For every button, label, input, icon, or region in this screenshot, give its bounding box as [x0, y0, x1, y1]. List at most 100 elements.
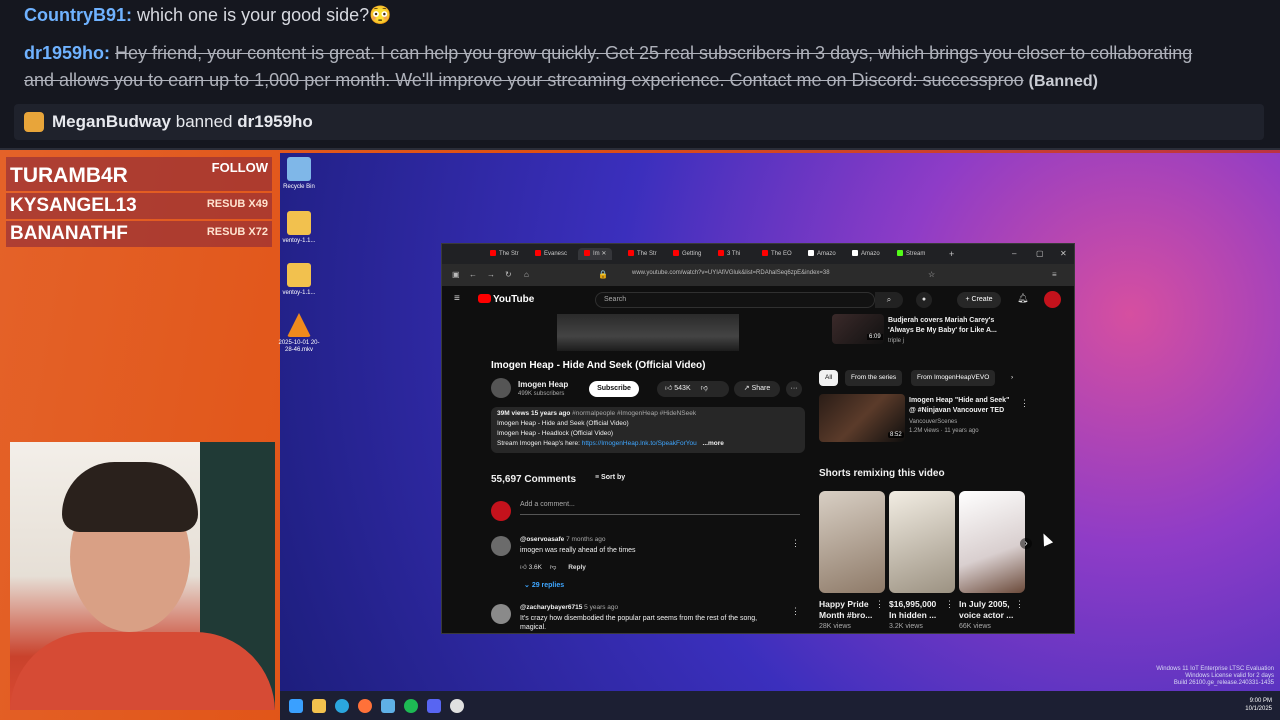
- add-comment-input[interactable]: Add a comment...: [520, 501, 800, 515]
- commenter-avatar[interactable]: [491, 604, 511, 624]
- banned-user: dr1959ho: [237, 112, 313, 131]
- watermark-line: Windows 11 IoT Enterprise LTSC Evaluatio…: [1156, 666, 1274, 672]
- browser-tab[interactable]: Amazo: [852, 248, 880, 260]
- spotify-icon[interactable]: [404, 698, 418, 713]
- browser-tab[interactable]: The Str: [490, 248, 519, 260]
- short-menu-icon[interactable]: ⋮: [875, 599, 884, 610]
- short-thumbnail[interactable]: [959, 491, 1025, 593]
- comment-user[interactable]: @zacharybayer6715: [520, 604, 582, 611]
- browser-tab[interactable]: Getting: [673, 248, 701, 260]
- comment: @zacharybayer6715 5 years ago It's crazy…: [491, 604, 811, 633]
- more-link[interactable]: ...more: [703, 440, 724, 447]
- file-explorer-icon[interactable]: [312, 698, 326, 713]
- firefox-icon[interactable]: [358, 698, 372, 713]
- video-player[interactable]: [557, 314, 739, 351]
- reply-button[interactable]: Reply: [568, 564, 586, 571]
- share-button[interactable]: ↗ Share: [734, 381, 780, 397]
- short-title[interactable]: In hidden ...: [889, 610, 936, 621]
- sort-label: Sort by: [601, 474, 626, 481]
- clock-date: 10/1/2025: [1245, 706, 1272, 712]
- hamburger-icon[interactable]: ≡: [454, 293, 460, 304]
- obs-icon[interactable]: [450, 698, 464, 713]
- video-title-line[interactable]: 'Always Be My Baby' for Like A...: [888, 326, 997, 335]
- mod-action-bar: MeganBudway banned dr1959ho: [14, 104, 1264, 140]
- new-tab-icon[interactable]: +: [949, 248, 954, 260]
- browser-tab[interactable]: Stream: [897, 248, 925, 260]
- channel-name[interactable]: Imogen Heap: [518, 380, 568, 389]
- browser-tab-active[interactable]: Im ✕: [578, 248, 613, 260]
- minimize-icon[interactable]: –: [1012, 248, 1016, 260]
- bell-icon[interactable]: 🔔︎: [1017, 293, 1028, 304]
- search-input[interactable]: Search: [595, 292, 875, 308]
- url-field[interactable]: www.youtube.com/watch?v=UYIAfiVGluk&list…: [632, 270, 830, 276]
- app-icon[interactable]: [381, 698, 395, 713]
- chevron-right-icon[interactable]: ›: [1020, 538, 1032, 549]
- browser-tab[interactable]: 3 Thi: [718, 248, 740, 260]
- desktop-icon-folder[interactable]: ventoy-1.1...: [277, 263, 321, 297]
- youtube-logo[interactable]: YouTube: [478, 294, 534, 305]
- clock[interactable]: 9:00 PM 10/1/2025: [1245, 697, 1272, 713]
- desc-tags[interactable]: #normalpeople #ImogenHeap #HideNSeek: [572, 410, 696, 417]
- video-channel: VancouverScenes: [909, 419, 958, 425]
- short-title[interactable]: In July 2005,: [959, 599, 1010, 610]
- maximize-icon[interactable]: ▢: [1036, 248, 1044, 260]
- bookmark-icon[interactable]: ☆: [928, 270, 935, 279]
- video-title-line[interactable]: Imogen Heap "Hide and Seek": [909, 396, 1009, 405]
- create-button[interactable]: + Create: [957, 292, 1001, 308]
- browser-tab[interactable]: Amazo: [808, 248, 836, 260]
- chip-all[interactable]: All: [819, 370, 839, 386]
- amazon-favicon: [808, 250, 814, 257]
- description-box[interactable]: 39M views 15 years ago #normalpeople #Im…: [491, 407, 805, 453]
- chat-text-deleted: and allows you to earn up to 1,000 per m…: [24, 70, 1024, 90]
- desktop-icon-recycle-bin[interactable]: Recycle Bin: [277, 157, 321, 191]
- comment-header: @oservoasafe 7 months ago: [520, 536, 605, 543]
- home-icon[interactable]: ⌂: [524, 270, 529, 279]
- short-thumbnail[interactable]: [819, 491, 885, 593]
- thumbs-down-icon[interactable]: 👎︎: [550, 564, 557, 571]
- video-menu-icon[interactable]: ⋮: [1020, 398, 1029, 409]
- comment-menu-icon[interactable]: ⋮: [791, 606, 800, 617]
- thumbs-down-icon[interactable]: 👎︎: [701, 385, 708, 392]
- short-menu-icon[interactable]: ⋮: [945, 599, 954, 610]
- commenter-avatar[interactable]: [491, 536, 511, 556]
- short-title[interactable]: Happy Pride: [819, 599, 869, 610]
- short-title[interactable]: voice actor ...: [959, 610, 1013, 621]
- discord-icon[interactable]: [427, 698, 441, 713]
- desktop-icon-video[interactable]: 2025-10-01 20-28-46.mkv: [277, 313, 321, 354]
- desc-link[interactable]: https://ImogenHeap.lnk.to/SpeakForYou: [582, 440, 697, 447]
- reload-icon[interactable]: ↻: [505, 270, 512, 279]
- subscribe-button[interactable]: Subscribe: [589, 381, 639, 397]
- replies-toggle[interactable]: ⌄ 29 replies: [524, 581, 564, 589]
- sidebar-icon[interactable]: ▣: [452, 270, 460, 279]
- comment-menu-icon[interactable]: ⋮: [791, 538, 800, 549]
- short-thumbnail[interactable]: [889, 491, 955, 593]
- browser-tab[interactable]: The Str: [628, 248, 657, 260]
- thumbs-up-icon[interactable]: 👍︎: [520, 564, 529, 571]
- close-icon[interactable]: ✕: [1060, 248, 1067, 260]
- channel-avatar[interactable]: [491, 378, 511, 398]
- chip-channel[interactable]: From ImogenHeapVEVO: [911, 370, 996, 386]
- video-title-line[interactable]: @ #Ninjavan Vancouver TED: [909, 406, 1004, 415]
- more-actions-icon[interactable]: ···: [786, 381, 802, 397]
- edge-icon[interactable]: [335, 698, 349, 713]
- mic-icon[interactable]: ●: [916, 292, 932, 308]
- chip-series[interactable]: From the series: [845, 370, 903, 386]
- like-button[interactable]: 👍︎ 543K 👎︎: [657, 381, 729, 397]
- back-icon[interactable]: ←: [469, 270, 477, 279]
- sort-button[interactable]: ≡ Sort by: [595, 474, 625, 481]
- short-menu-icon[interactable]: ⋮: [1015, 599, 1024, 610]
- browser-tab[interactable]: Evanesc: [535, 248, 567, 260]
- desc-line: Stream Imogen Heap's here:: [497, 440, 582, 447]
- desktop-icon-folder[interactable]: ventoy-1.1...: [277, 211, 321, 245]
- browser-tab[interactable]: The EO: [762, 248, 792, 260]
- chevron-right-icon[interactable]: ›: [1005, 370, 1019, 386]
- video-title-line[interactable]: Budjerah covers Mariah Carey's: [888, 316, 994, 325]
- start-icon[interactable]: [289, 698, 303, 713]
- avatar[interactable]: [1044, 291, 1061, 308]
- search-icon[interactable]: ⌕: [875, 292, 903, 308]
- short-title[interactable]: Month #bro...: [819, 610, 872, 621]
- forward-icon[interactable]: →: [487, 270, 495, 279]
- short-title[interactable]: $16,995,000: [889, 599, 936, 610]
- menu-icon[interactable]: ≡: [1052, 270, 1057, 279]
- comment-user[interactable]: @oservoasafe: [520, 536, 564, 543]
